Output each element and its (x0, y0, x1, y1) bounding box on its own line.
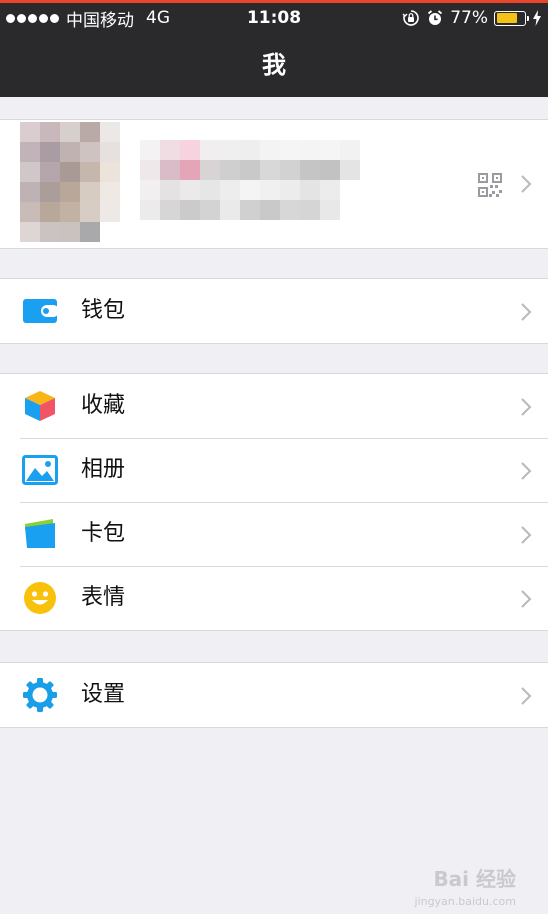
menu-item-label: 卡包 (81, 521, 126, 546)
menu-item-favorites[interactable]: 收藏 (0, 374, 548, 438)
menu-item-label: 相册 (81, 457, 126, 482)
menu-group-main: 收藏 相册 卡包 表情 (0, 373, 548, 631)
menu-item-label: 设置 (81, 682, 126, 707)
menu-group-wallet: 钱包 (0, 278, 548, 344)
menu-item-label: 表情 (81, 585, 126, 610)
menu-group-settings: 设置 (0, 662, 548, 728)
battery-percent: 77% (450, 8, 488, 28)
menu-item-album[interactable]: 相册 (0, 438, 548, 502)
chevron-right-icon (521, 590, 532, 608)
chevron-right-icon (521, 398, 532, 416)
nav-title: 我 (0, 33, 548, 97)
alarm-icon (428, 10, 443, 25)
chevron-right-icon (521, 526, 532, 544)
menu-item-emoji[interactable]: 表情 (0, 566, 548, 630)
favorites-cube-icon (22, 389, 58, 423)
charging-bolt-icon (533, 10, 541, 26)
qr-code-icon[interactable] (477, 172, 503, 198)
album-icon (22, 453, 58, 487)
chevron-right-icon (521, 462, 532, 480)
menu-item-settings[interactable]: 设置 (0, 663, 548, 727)
avatar[interactable] (20, 122, 120, 242)
status-bar: 中国移动 4G 11:08 77% (0, 3, 548, 33)
wallet-icon (22, 294, 58, 328)
orientation-lock-icon (402, 10, 419, 26)
emoji-icon (22, 581, 58, 615)
menu-item-label: 收藏 (81, 393, 126, 418)
menu-item-wallet[interactable]: 钱包 (0, 279, 548, 343)
profile-card[interactable] (0, 119, 548, 249)
watermark-url: jingyan.baidu.com (414, 895, 516, 908)
watermark-logo: Bai 经验 (433, 867, 516, 891)
chevron-right-icon (521, 175, 532, 193)
battery-icon (494, 10, 529, 26)
menu-item-label: 钱包 (81, 298, 126, 323)
chevron-right-icon (521, 687, 532, 705)
settings-gear-icon (22, 678, 58, 712)
card-wallet-icon (22, 517, 58, 551)
chevron-right-icon (521, 303, 532, 321)
profile-name (140, 140, 360, 220)
menu-item-card-wallet[interactable]: 卡包 (0, 502, 548, 566)
